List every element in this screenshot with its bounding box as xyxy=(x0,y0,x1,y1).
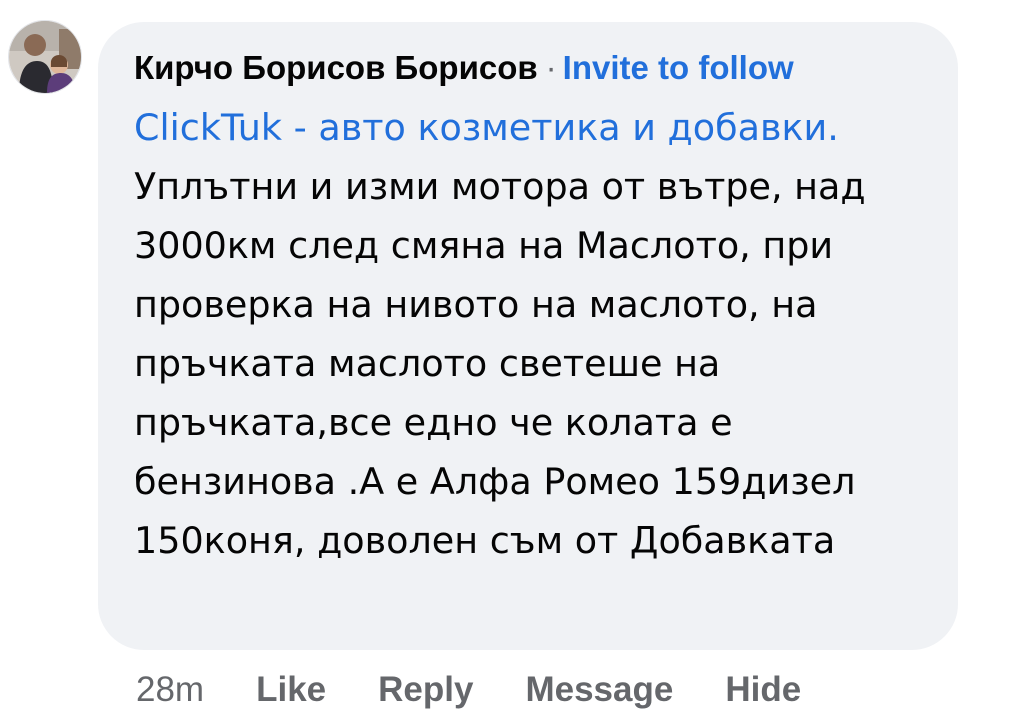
avatar-photo-icon xyxy=(9,21,81,93)
author-avatar[interactable] xyxy=(8,20,82,94)
comment-text: Уплътни и изми мотора от вътре, над 3000… xyxy=(134,165,866,562)
author-name[interactable]: Кирчо Борисов Борисов xyxy=(134,49,538,86)
comment-header: Кирчо Борисов Борисов · Invite to follow xyxy=(134,46,938,90)
timestamp[interactable]: 28m xyxy=(136,670,204,710)
comment: Кирчо Борисов Борисов · Invite to follow C… xyxy=(0,0,1012,723)
hide-button[interactable]: Hide xyxy=(725,670,801,710)
reply-button[interactable]: Reply xyxy=(378,670,473,710)
invite-to-follow-link[interactable]: Invite to follow xyxy=(563,49,794,86)
comment-bubble: Кирчо Борисов Борисов · Invite to follow C… xyxy=(98,22,958,650)
like-button[interactable]: Like xyxy=(256,670,326,710)
comment-body: ClickTuk - авто козметика и добавки. Упл… xyxy=(134,98,938,570)
comment-actions: 28m Like Reply Message Hide xyxy=(136,665,801,715)
message-button[interactable]: Message xyxy=(525,670,673,710)
page-mention-link[interactable]: ClickTuk - авто козметика и добавки. xyxy=(134,106,839,149)
separator-dot: · xyxy=(545,49,557,86)
